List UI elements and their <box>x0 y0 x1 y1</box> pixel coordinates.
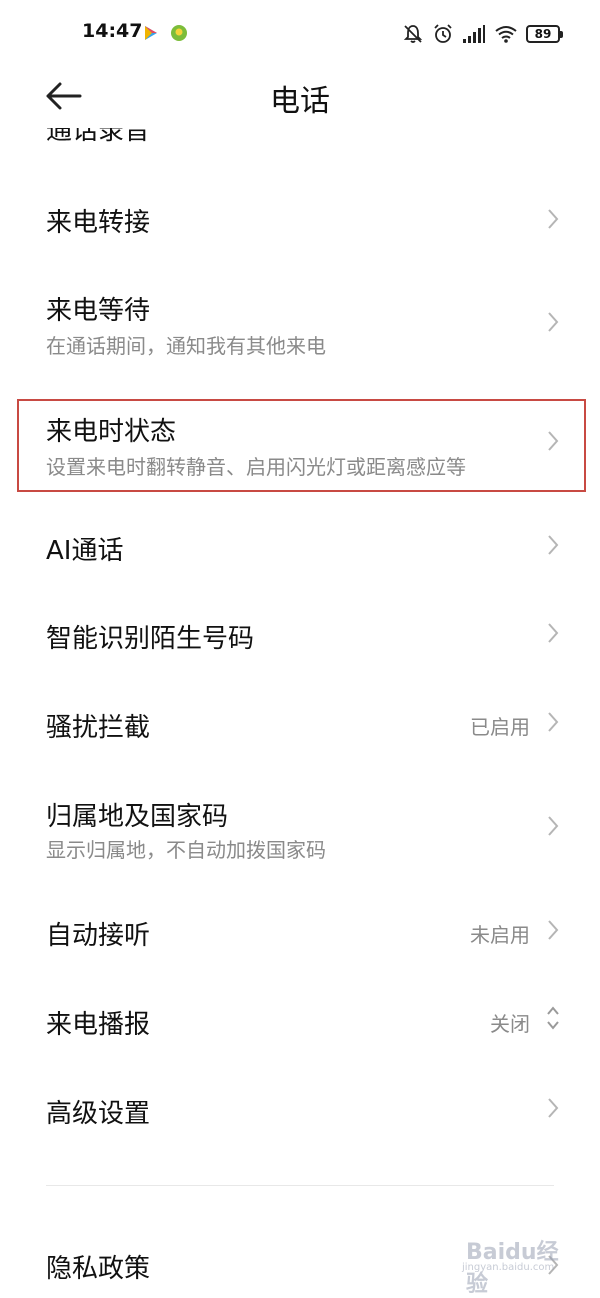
settings-item-label: 隐私政策 <box>46 1254 151 1284</box>
status-bar: 14:47 89 <box>0 0 600 66</box>
settings-item-label: 来电转接 <box>46 208 151 238</box>
status-icons: 89 <box>402 21 563 47</box>
settings-item-value: 关闭 <box>490 1012 530 1036</box>
watermark-url: jingyan.baidu.com <box>462 1262 555 1273</box>
settings-item-label: 归属地及国家码 <box>46 802 229 832</box>
chevron-right-icon <box>548 312 559 332</box>
signal-icon <box>463 25 485 43</box>
play-store-icon <box>145 26 157 40</box>
battery-icon: 89 <box>526 25 563 43</box>
section-divider <box>46 1185 554 1186</box>
chevron-right-icon <box>548 623 559 643</box>
mute-bell-icon <box>403 25 423 43</box>
alarm-icon <box>434 24 452 43</box>
settings-item-label: 来电播报 <box>46 1010 151 1040</box>
app-header: 电话 <box>0 66 600 128</box>
page-title: 电话 <box>270 84 330 119</box>
settings-item-caller-location[interactable]: 归属地及国家码 显示归属地，不自动加拨国家码 <box>0 788 600 868</box>
status-time: 14:47 <box>82 20 143 42</box>
settings-item-spam-blocking[interactable]: 骚扰拦截 已启用 <box>0 689 600 759</box>
settings-item-label: AI通话 <box>46 536 124 566</box>
settings-item-smart-identify[interactable]: 智能识别陌生号码 <box>0 600 600 670</box>
settings-item-label: 通话录音 <box>46 128 151 144</box>
settings-item-label: 骚扰拦截 <box>46 713 151 743</box>
settings-item-label: 智能识别陌生号码 <box>46 624 255 654</box>
chevron-right-icon <box>548 1098 559 1118</box>
settings-item-label: 高级设置 <box>46 1099 151 1129</box>
chevron-up-down-icon <box>547 1006 559 1030</box>
app-badge-icon <box>171 25 187 41</box>
chevron-right-icon <box>548 209 559 229</box>
settings-item-subtitle: 在通话期间，通知我有其他来电 <box>46 334 326 358</box>
settings-item-call-waiting[interactable]: 来电等待 在通话期间，通知我有其他来电 <box>0 282 600 362</box>
settings-item-value: 未启用 <box>470 923 530 947</box>
watermark: Baidu经验 jingyan.baidu.com <box>456 1226 576 1297</box>
settings-item-value: 已启用 <box>470 715 530 739</box>
chevron-right-icon <box>548 535 559 555</box>
chevron-right-icon <box>548 920 559 940</box>
settings-item-auto-answer[interactable]: 自动接听 未启用 <box>0 897 600 967</box>
wifi-icon <box>495 26 517 43</box>
cut-off-settings-item[interactable]: 通话录音 <box>46 128 556 144</box>
settings-item-caller-announcement[interactable]: 来电播报 关闭 <box>0 986 600 1056</box>
settings-item-label: 自动接听 <box>46 921 151 951</box>
settings-item-label: 来电等待 <box>46 296 151 326</box>
settings-item-subtitle: 显示归属地，不自动加拨国家码 <box>46 838 326 862</box>
settings-item-advanced[interactable]: 高级设置 <box>0 1075 600 1145</box>
settings-item-call-forwarding[interactable]: 来电转接 <box>0 184 600 254</box>
settings-item-ai-call[interactable]: AI通话 <box>0 512 600 582</box>
chevron-right-icon <box>548 712 559 732</box>
highlight-box <box>17 399 586 492</box>
chevron-right-icon <box>548 816 559 836</box>
battery-level: 89 <box>534 27 552 41</box>
